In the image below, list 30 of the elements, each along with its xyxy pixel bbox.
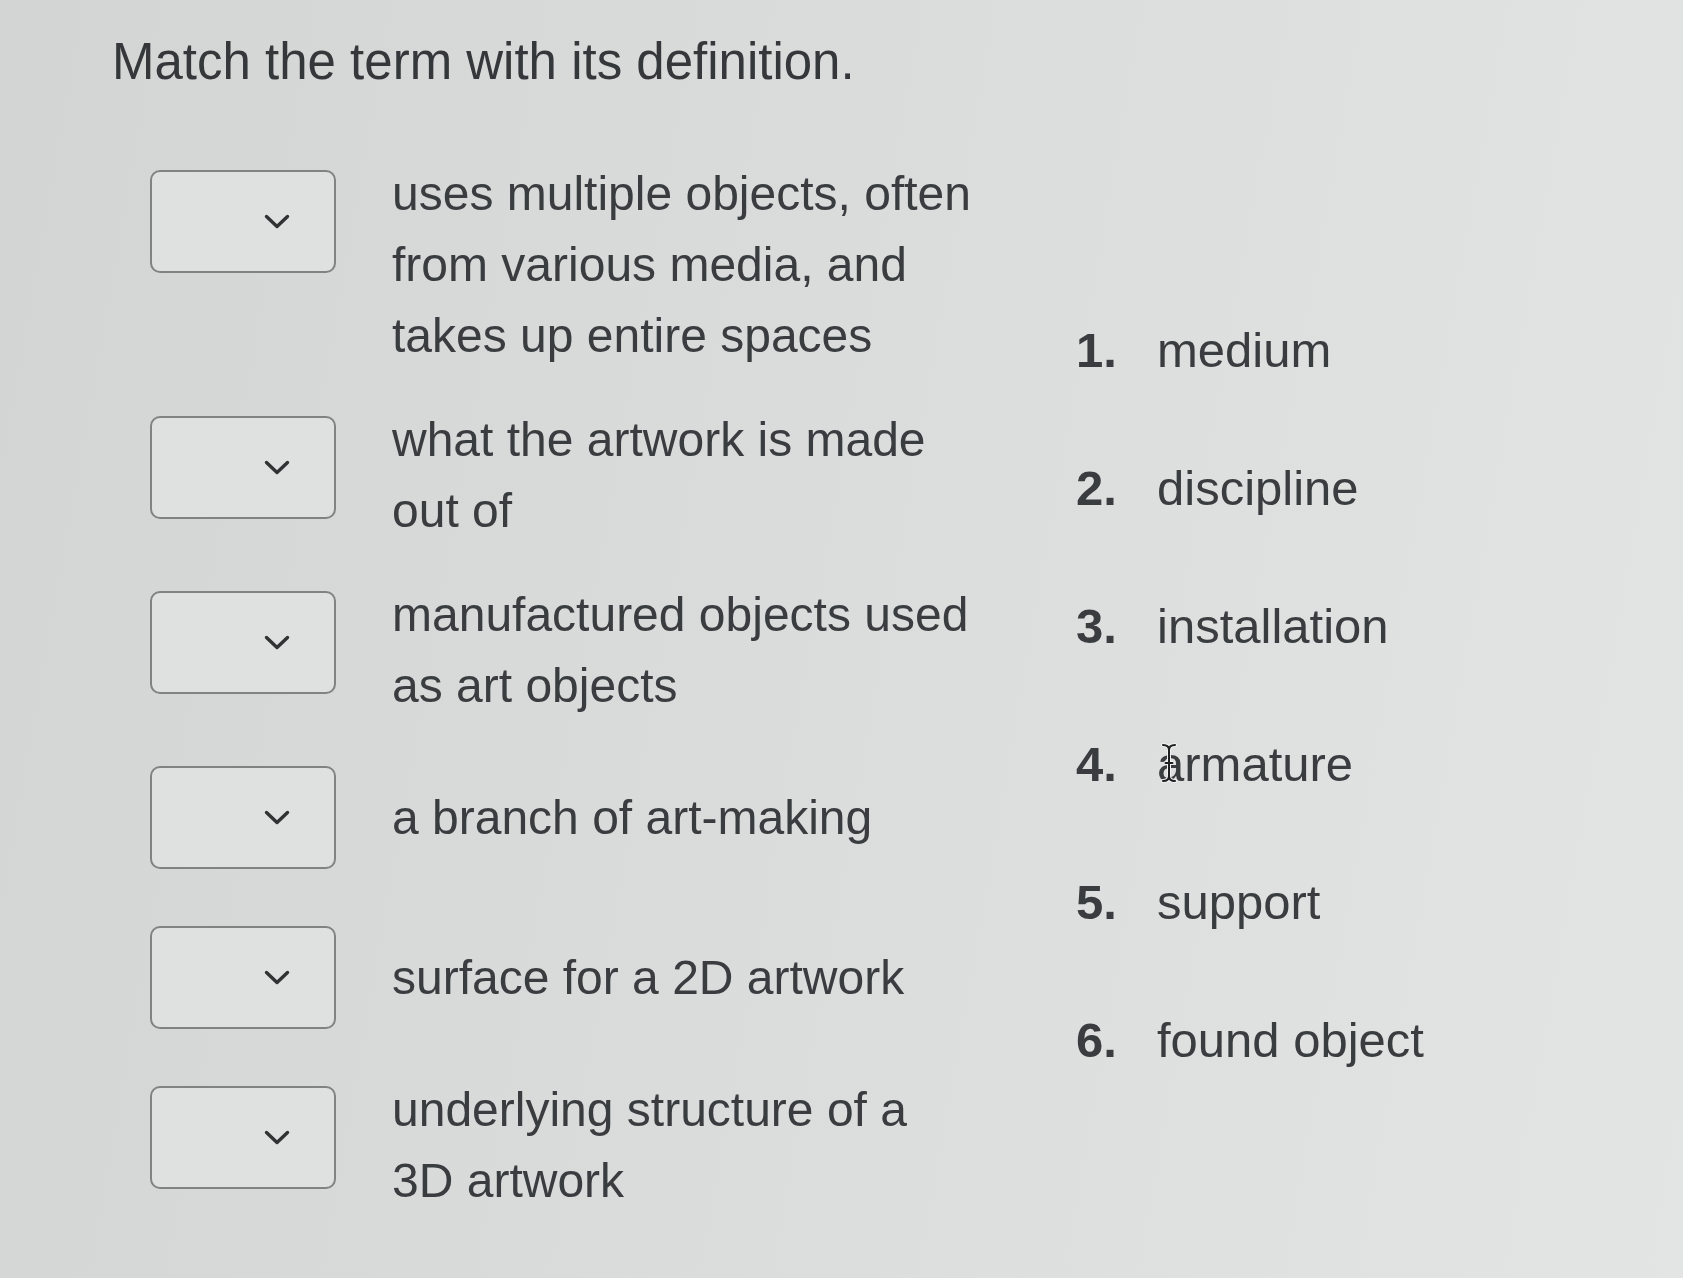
term-label: support xyxy=(1157,875,1321,929)
chevron-down-icon xyxy=(264,810,290,825)
definition-text: underlying structure of a 3D artwork xyxy=(392,1082,908,1209)
chevron-down-icon xyxy=(264,970,290,985)
dropdown[interactable] xyxy=(150,170,336,273)
term-number: 2. xyxy=(1076,460,1118,517)
definition-text: surface for a 2D artwork xyxy=(392,950,905,1006)
term-label: medium xyxy=(1157,323,1332,377)
dropdown[interactable] xyxy=(150,926,336,1029)
term-number: 1. xyxy=(1076,322,1118,379)
dropdown[interactable] xyxy=(150,591,336,694)
question-title: Match the term with its definition. xyxy=(112,33,855,90)
chevron-down-icon xyxy=(264,214,290,229)
definition-text: a branch of art-making xyxy=(392,790,873,846)
term-number: 6. xyxy=(1076,1012,1118,1069)
term-number: 4. xyxy=(1076,736,1118,793)
chevron-down-icon xyxy=(264,1130,290,1145)
term-number: 5. xyxy=(1076,874,1118,931)
definition-text: what the artwork is made out of xyxy=(392,412,927,539)
chevron-down-icon xyxy=(264,635,290,650)
term-number: 3. xyxy=(1076,598,1118,655)
term-label: discipline xyxy=(1157,461,1359,515)
dropdown[interactable] xyxy=(150,766,336,869)
dropdown[interactable] xyxy=(150,1086,336,1189)
term-label: found object xyxy=(1157,1013,1424,1067)
definition-text: manufactured objects used as art objects xyxy=(392,587,970,714)
dropdown[interactable] xyxy=(150,416,336,519)
chevron-down-icon xyxy=(264,460,290,475)
term-label: installation xyxy=(1157,599,1389,653)
definition-text: uses multiple objects, often from various media, and takes up entire spaces xyxy=(392,166,972,364)
